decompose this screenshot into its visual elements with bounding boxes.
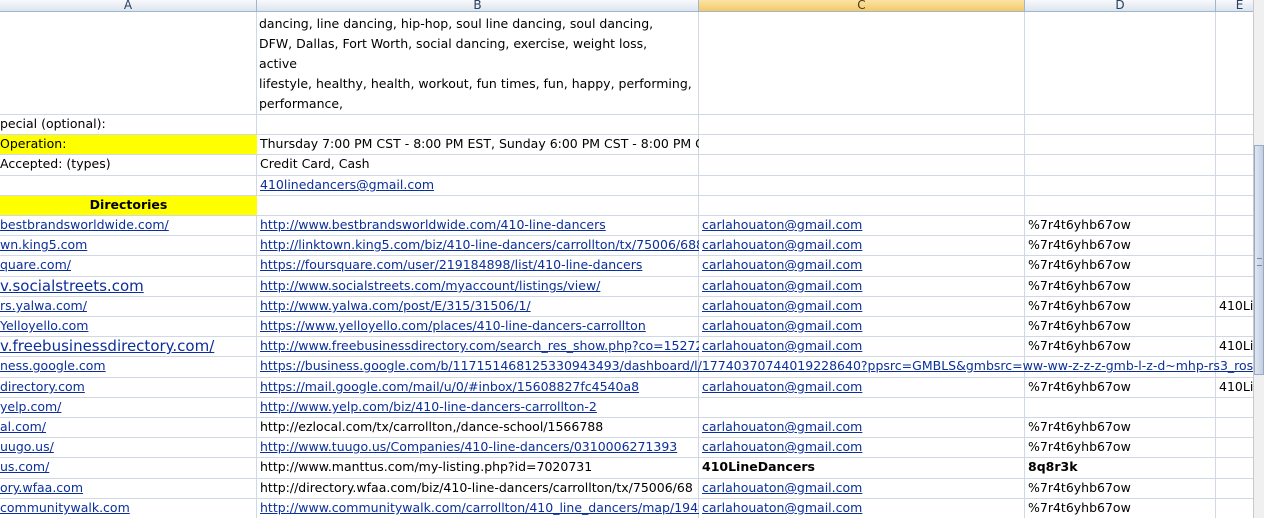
- cell-a-row-13[interactable]: ness.google.com: [0, 357, 257, 376]
- cell-e-row-10[interactable]: 410Lin: [1216, 297, 1254, 316]
- cell-b-keywords-2[interactable]: lifestyle, healthy, health, workout, fun…: [259, 74, 694, 114]
- cell-d-row-14[interactable]: %7r4t6yhb67ow: [1025, 378, 1216, 397]
- cell-d-row-10[interactable]: %7r4t6yhb67ow: [1025, 297, 1216, 316]
- cell-c-row-17[interactable]: carlahouaton@gmail.com: [699, 438, 1025, 457]
- cell-a-row-20[interactable]: communitywalk.com: [0, 499, 257, 518]
- cell-d-row-17[interactable]: %7r4t6yhb67ow: [1025, 438, 1216, 457]
- cell-c-row-20[interactable]: carlahouaton@gmail.com: [699, 499, 1025, 518]
- column-header-c[interactable]: C: [699, 0, 1025, 12]
- cell-a-row-6[interactable]: bestbrandsworldwide.com/: [0, 216, 257, 235]
- cell-d-row-11[interactable]: %7r4t6yhb67ow: [1025, 317, 1216, 336]
- cell-d-row-16[interactable]: %7r4t6yhb67ow: [1025, 418, 1216, 437]
- cell-a-row-2[interactable]: Operation:: [0, 135, 257, 154]
- cell-c-row-9[interactable]: carlahouaton@gmail.com: [699, 277, 1025, 296]
- cell-b-row-10[interactable]: http://www.yalwa.com/post/E/315/31506/1/: [257, 297, 699, 316]
- cell-a-row-7[interactable]: wn.king5.com: [0, 236, 257, 255]
- cell-a-row-9[interactable]: v.socialstreets.com: [0, 277, 257, 296]
- cell-b-row-17[interactable]: http://www.tuugo.us/Companies/410-line-d…: [257, 438, 699, 457]
- scrollbar-grip-icon: [1257, 258, 1262, 266]
- cell-e-row-14[interactable]: 410Lin: [1216, 378, 1254, 397]
- column-header-e[interactable]: E: [1216, 0, 1254, 12]
- cell-c-row-7[interactable]: carlahouaton@gmail.com: [699, 236, 1025, 255]
- cell-d-row-18[interactable]: 8q8r3k: [1025, 458, 1216, 477]
- cell-d-row-19[interactable]: %7r4t6yhb67ow: [1025, 479, 1216, 498]
- cell-a-row-12[interactable]: v.freebusinessdirectory.com/: [0, 337, 257, 356]
- cell-d-row-20[interactable]: %7r4t6yhb67ow: [1025, 499, 1216, 518]
- cell-d-row-12[interactable]: %7r4t6yhb67ow: [1025, 337, 1216, 356]
- cell-b-row-3[interactable]: Credit Card, Cash: [257, 155, 699, 174]
- cell-c-row-11[interactable]: carlahouaton@gmail.com: [699, 317, 1025, 336]
- cell-a-row-19[interactable]: ory.wfaa.com: [0, 479, 257, 498]
- cell-d-row-7[interactable]: %7r4t6yhb67ow: [1025, 236, 1216, 255]
- cell-b-row-16[interactable]: http://ezlocal.com/tx/carrollton,/dance-…: [257, 418, 699, 437]
- cell-c-row-10[interactable]: carlahouaton@gmail.com: [699, 297, 1025, 316]
- cell-c-row-16[interactable]: carlahouaton@gmail.com: [699, 418, 1025, 437]
- cell-a-row-15[interactable]: yelp.com/: [0, 398, 257, 417]
- cell-b-row-4[interactable]: 410linedancers@gmail.com: [257, 176, 699, 195]
- cell-a-row-11[interactable]: Yelloyello.com: [0, 317, 257, 336]
- column-header-b[interactable]: B: [257, 0, 699, 12]
- cell-b-row-12[interactable]: http://www.freebusinessdirectory.com/sea…: [257, 337, 699, 356]
- cell-a-row-5[interactable]: Directories: [0, 196, 257, 215]
- cell-b-row-11[interactable]: https://www.yelloyello.com/places/410-li…: [257, 317, 699, 336]
- cell-b-row-9[interactable]: http://www.socialstreets.com/myaccount/l…: [257, 277, 699, 296]
- cell-c-row-14[interactable]: carlahouaton@gmail.com: [699, 378, 1025, 397]
- cell-d-row-8[interactable]: %7r4t6yhb67ow: [1025, 256, 1216, 275]
- cell-b-row-14[interactable]: https://mail.google.com/mail/u/0/#inbox/…: [257, 378, 699, 397]
- cell-c-row-18[interactable]: 410LineDancers: [699, 458, 1025, 477]
- cell-a-row-18[interactable]: us.com/: [0, 458, 257, 477]
- cell-b-row-18[interactable]: http://www.manttus.com/my-listing.php?id…: [257, 458, 699, 477]
- cell-b-row-19[interactable]: http://directory.wfaa.com/biz/410-line-d…: [257, 479, 699, 498]
- cell-b-row-8[interactable]: https://foursquare.com/user/219184898/li…: [257, 256, 699, 275]
- column-header-a[interactable]: A: [0, 0, 257, 12]
- cell-b-row-15[interactable]: http://www.yelp.com/biz/410-line-dancers…: [257, 398, 699, 417]
- column-header-d[interactable]: D: [1025, 0, 1216, 12]
- cell-b-row-6[interactable]: http://www.bestbrandsworldwide.com/410-l…: [257, 216, 699, 235]
- cell-d-row-6[interactable]: %7r4t6yhb67ow: [1025, 216, 1216, 235]
- cell-a-row-3[interactable]: Accepted: (types): [0, 155, 257, 174]
- cell-b-row-13[interactable]: https://business.google.com/b/1171514681…: [257, 357, 1254, 376]
- cell-a-row-14[interactable]: directory.com: [0, 378, 257, 397]
- cell-a-row-8[interactable]: quare.com/: [0, 256, 257, 275]
- cell-c-row-19[interactable]: carlahouaton@gmail.com: [699, 479, 1025, 498]
- cell-b-row-2[interactable]: Thursday 7:00 PM CST - 8:00 PM EST, Sund…: [257, 135, 699, 154]
- spreadsheet-grid[interactable]: A B C D E dancing, line dancing, hip-hop…: [0, 0, 1254, 518]
- cell-c-row-6[interactable]: carlahouaton@gmail.com: [699, 216, 1025, 235]
- cell-b-row-20[interactable]: http://www.communitywalk.com/carrollton/…: [257, 499, 699, 518]
- cell-a-row-1[interactable]: pecial (optional):: [0, 115, 257, 134]
- cell-d-row-9[interactable]: %7r4t6yhb67ow: [1025, 277, 1216, 296]
- cell-b-keywords-1[interactable]: dancing, line dancing, hip-hop, soul lin…: [259, 14, 689, 74]
- cell-a-row-16[interactable]: al.com/: [0, 418, 257, 437]
- cell-a-row-17[interactable]: uugo.us/: [0, 438, 257, 457]
- vertical-scrollbar[interactable]: [1253, 0, 1264, 518]
- cell-c-row-12[interactable]: carlahouaton@gmail.com: [699, 337, 1025, 356]
- cell-c-row-8[interactable]: carlahouaton@gmail.com: [699, 256, 1025, 275]
- cell-a-row-10[interactable]: rs.yalwa.com/: [0, 297, 257, 316]
- cell-b-row-7[interactable]: http://linktown.king5.com/biz/410-line-d…: [257, 236, 699, 255]
- cell-e-row-12[interactable]: 410Lin: [1216, 337, 1254, 356]
